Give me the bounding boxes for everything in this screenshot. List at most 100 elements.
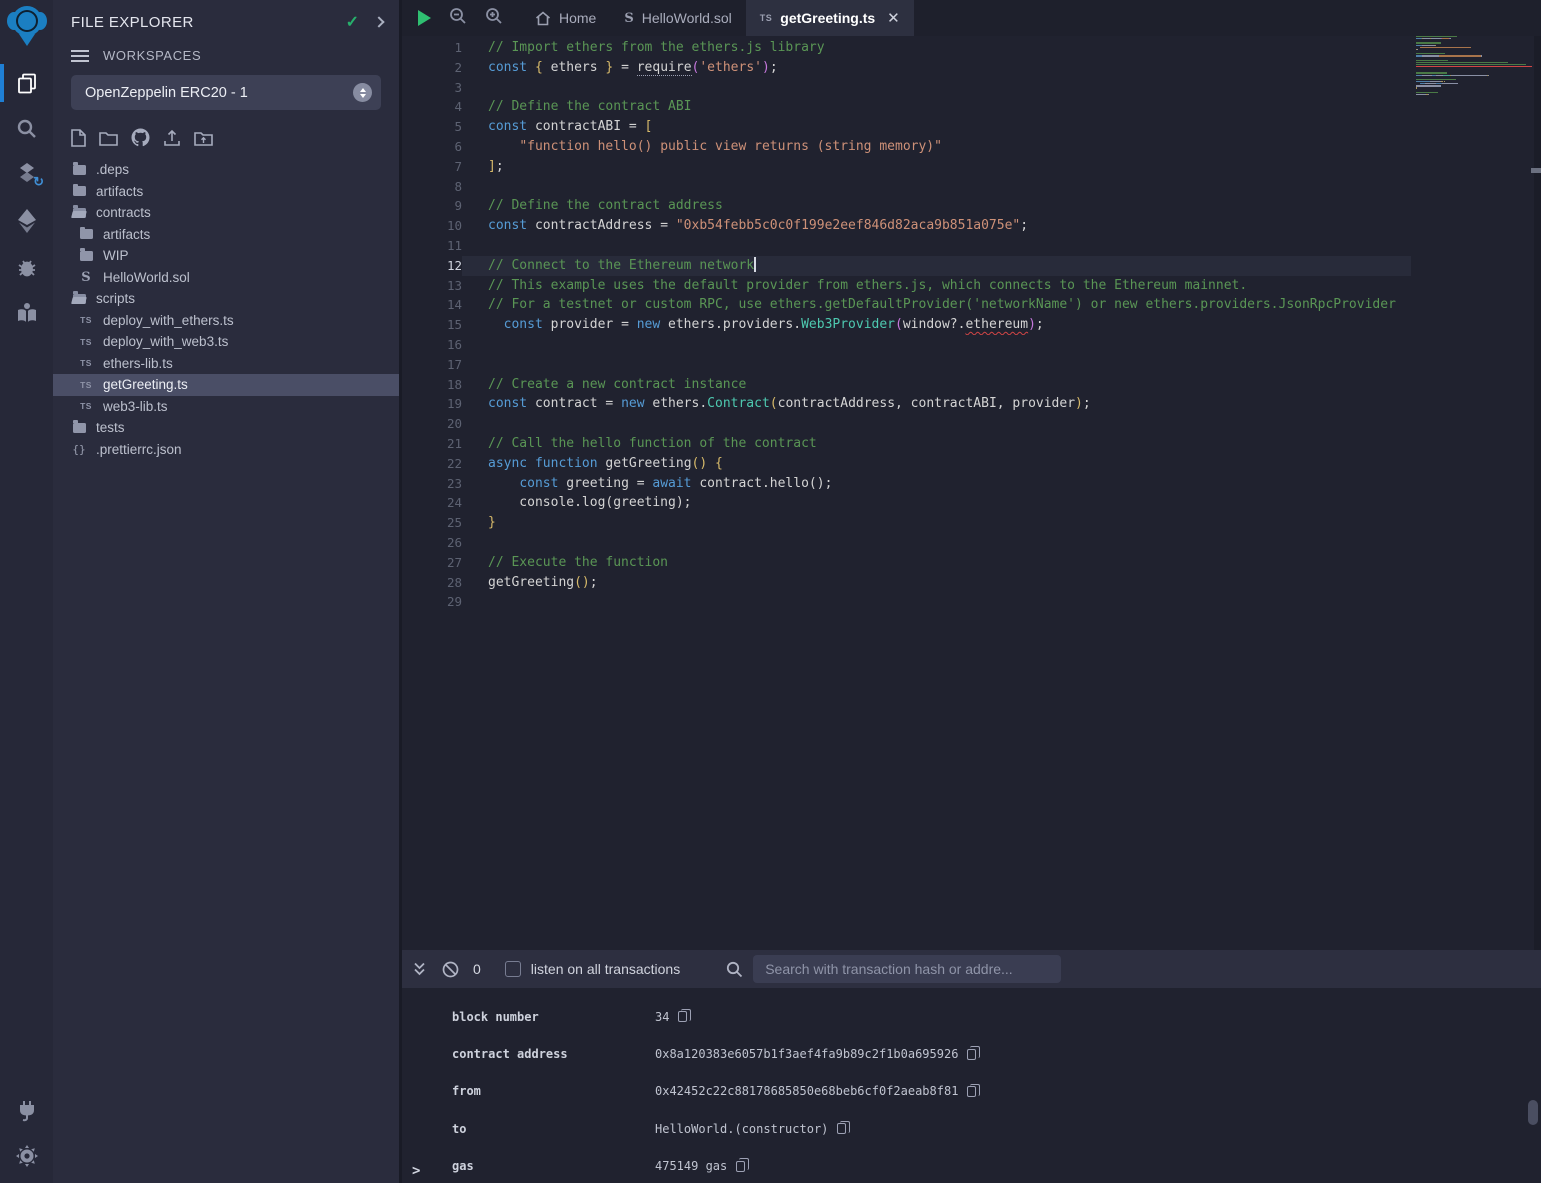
file-tree-item[interactable]: tests: [53, 417, 399, 439]
terminal-log: block number34contract address0x8a120383…: [402, 988, 1541, 1183]
code-line[interactable]: 4// Define the contract ABI: [402, 97, 1411, 117]
line-number: 6: [402, 137, 462, 157]
new-file-icon[interactable]: [71, 129, 86, 147]
tab-getgreeting-ts[interactable]: TSgetGreeting.ts✕: [746, 0, 914, 36]
code-line[interactable]: 12// Connect to the Ethereum network: [402, 256, 1411, 276]
zoom-in-icon[interactable]: [485, 7, 503, 30]
file-tree-item[interactable]: artifacts: [53, 224, 399, 246]
copy-icon[interactable]: [967, 1049, 976, 1060]
debugger-icon[interactable]: [0, 244, 53, 290]
file-tree-item[interactable]: artifacts: [53, 181, 399, 203]
code-line[interactable]: 22async function getGreeting() {: [402, 454, 1411, 474]
file-tree-item[interactable]: TSdeploy_with_web3.ts: [53, 331, 399, 353]
code-line[interactable]: 2const { ethers } = require('ethers');: [402, 58, 1411, 78]
deploy-run-icon[interactable]: [0, 198, 53, 244]
file-name: scripts: [96, 291, 135, 306]
run-script-icon[interactable]: [418, 10, 431, 26]
code-text: console.log(greeting);: [462, 493, 1411, 513]
file-tree-item[interactable]: TSweb3-lib.ts: [53, 396, 399, 418]
file-tree-item[interactable]: scripts: [53, 288, 399, 310]
line-number: 19: [402, 394, 462, 414]
copy-icon[interactable]: [837, 1123, 846, 1134]
code-line[interactable]: 18// Create a new contract instance: [402, 375, 1411, 395]
copy-icon[interactable]: [967, 1086, 976, 1097]
file-explorer-icon[interactable]: [0, 60, 53, 106]
chevron-right-icon[interactable]: [373, 16, 384, 27]
code-line[interactable]: 19const contract = new ethers.Contract(c…: [402, 394, 1411, 414]
copy-icon[interactable]: [678, 1011, 687, 1022]
text-cursor: [754, 257, 756, 272]
solidity-compiler-icon[interactable]: ↻: [0, 152, 53, 198]
code-line[interactable]: 9// Define the contract address: [402, 196, 1411, 216]
plugin-manager-icon[interactable]: [0, 1087, 53, 1133]
code-line[interactable]: 15 const provider = new ethers.providers…: [402, 315, 1411, 335]
code-line[interactable]: 16: [402, 335, 1411, 355]
code-line[interactable]: 10const contractAddress = "0xb54febb5c0c…: [402, 216, 1411, 236]
code-text: [462, 177, 1411, 197]
settings-icon[interactable]: [0, 1133, 53, 1179]
file-tree-item[interactable]: TSethers-lib.ts: [53, 353, 399, 375]
file-tree-item[interactable]: contracts: [53, 202, 399, 224]
zoom-out-icon[interactable]: [449, 7, 467, 30]
line-number: 15: [402, 315, 462, 335]
file-tree-item[interactable]: {}.prettierrc.json: [53, 439, 399, 461]
code-editor[interactable]: 1// Import ethers from the ethers.js lib…: [402, 36, 1541, 950]
code-line[interactable]: 14// For a testnet or custom RPC, use et…: [402, 295, 1411, 315]
file-tree-item[interactable]: WIP: [53, 245, 399, 267]
workspace-menu-icon[interactable]: [71, 55, 89, 57]
terminal-prompt[interactable]: >: [412, 1163, 420, 1179]
code-text: [462, 414, 1411, 434]
code-line[interactable]: 8: [402, 177, 1411, 197]
code-line[interactable]: 7];: [402, 157, 1411, 177]
code-line[interactable]: 27// Execute the function: [402, 553, 1411, 573]
code-line[interactable]: 5const contractABI = [: [402, 117, 1411, 137]
code-line[interactable]: 1// Import ethers from the ethers.js lib…: [402, 38, 1411, 58]
listen-transactions-checkbox[interactable]: [505, 961, 521, 977]
code-line[interactable]: 20: [402, 414, 1411, 434]
line-number: 28: [402, 573, 462, 593]
github-icon[interactable]: [131, 128, 150, 147]
code-line[interactable]: 13// This example uses the default provi…: [402, 276, 1411, 296]
code-line[interactable]: 3: [402, 78, 1411, 98]
upload-folder-icon[interactable]: [194, 130, 213, 146]
remix-logo-icon[interactable]: [0, 0, 53, 52]
search-icon[interactable]: [0, 106, 53, 152]
new-folder-icon[interactable]: [99, 130, 118, 146]
code-line[interactable]: 24 console.log(greeting);: [402, 493, 1411, 513]
listen-transactions-label: listen on all transactions: [531, 961, 680, 977]
file-tree-item[interactable]: SHelloWorld.sol: [53, 267, 399, 289]
tab-helloworld-sol[interactable]: SHelloWorld.sol: [610, 0, 745, 36]
clear-console-icon[interactable]: [442, 961, 459, 978]
file-tree-item[interactable]: .deps: [53, 159, 399, 181]
tab-label: Home: [559, 10, 596, 26]
code-line[interactable]: 28getGreeting();: [402, 573, 1411, 593]
line-number: 24: [402, 493, 462, 513]
file-tree-item[interactable]: TSdeploy_with_ethers.ts: [53, 310, 399, 332]
file-tree-item[interactable]: TSgetGreeting.ts: [53, 374, 399, 396]
collapse-terminal-icon[interactable]: [412, 961, 427, 977]
workspace-select[interactable]: OpenZeppelin ERC20 - 1: [71, 75, 381, 110]
code-text: const contractAddress = "0xb54febb5c0c0f…: [462, 216, 1411, 236]
copy-icon[interactable]: [736, 1161, 745, 1172]
code-line[interactable]: 6 "function hello() public view returns …: [402, 137, 1411, 157]
code-line[interactable]: 29: [402, 592, 1411, 612]
upload-file-icon[interactable]: [163, 129, 181, 147]
tab-home[interactable]: Home: [521, 0, 610, 36]
check-icon[interactable]: ✓: [346, 12, 359, 32]
code-line[interactable]: 25}: [402, 513, 1411, 533]
minimap[interactable]: [1416, 36, 1532, 98]
close-icon[interactable]: ✕: [887, 9, 900, 27]
code-line[interactable]: 23 const greeting = await contract.hello…: [402, 474, 1411, 494]
terminal-search-input[interactable]: [753, 955, 1061, 983]
unit-testing-icon[interactable]: [0, 290, 53, 336]
code-line[interactable]: 26: [402, 533, 1411, 553]
code-text: [462, 236, 1411, 256]
code-line[interactable]: 11: [402, 236, 1411, 256]
terminal-scrollbar[interactable]: [1528, 1100, 1538, 1125]
line-number: 21: [402, 434, 462, 454]
workspace-select-toggle-icon[interactable]: [353, 83, 372, 102]
editor-scrollbar[interactable]: [1534, 36, 1541, 950]
code-line[interactable]: 21// Call the hello function of the cont…: [402, 434, 1411, 454]
code-line[interactable]: 17: [402, 355, 1411, 375]
folder-open-icon: [73, 208, 86, 218]
